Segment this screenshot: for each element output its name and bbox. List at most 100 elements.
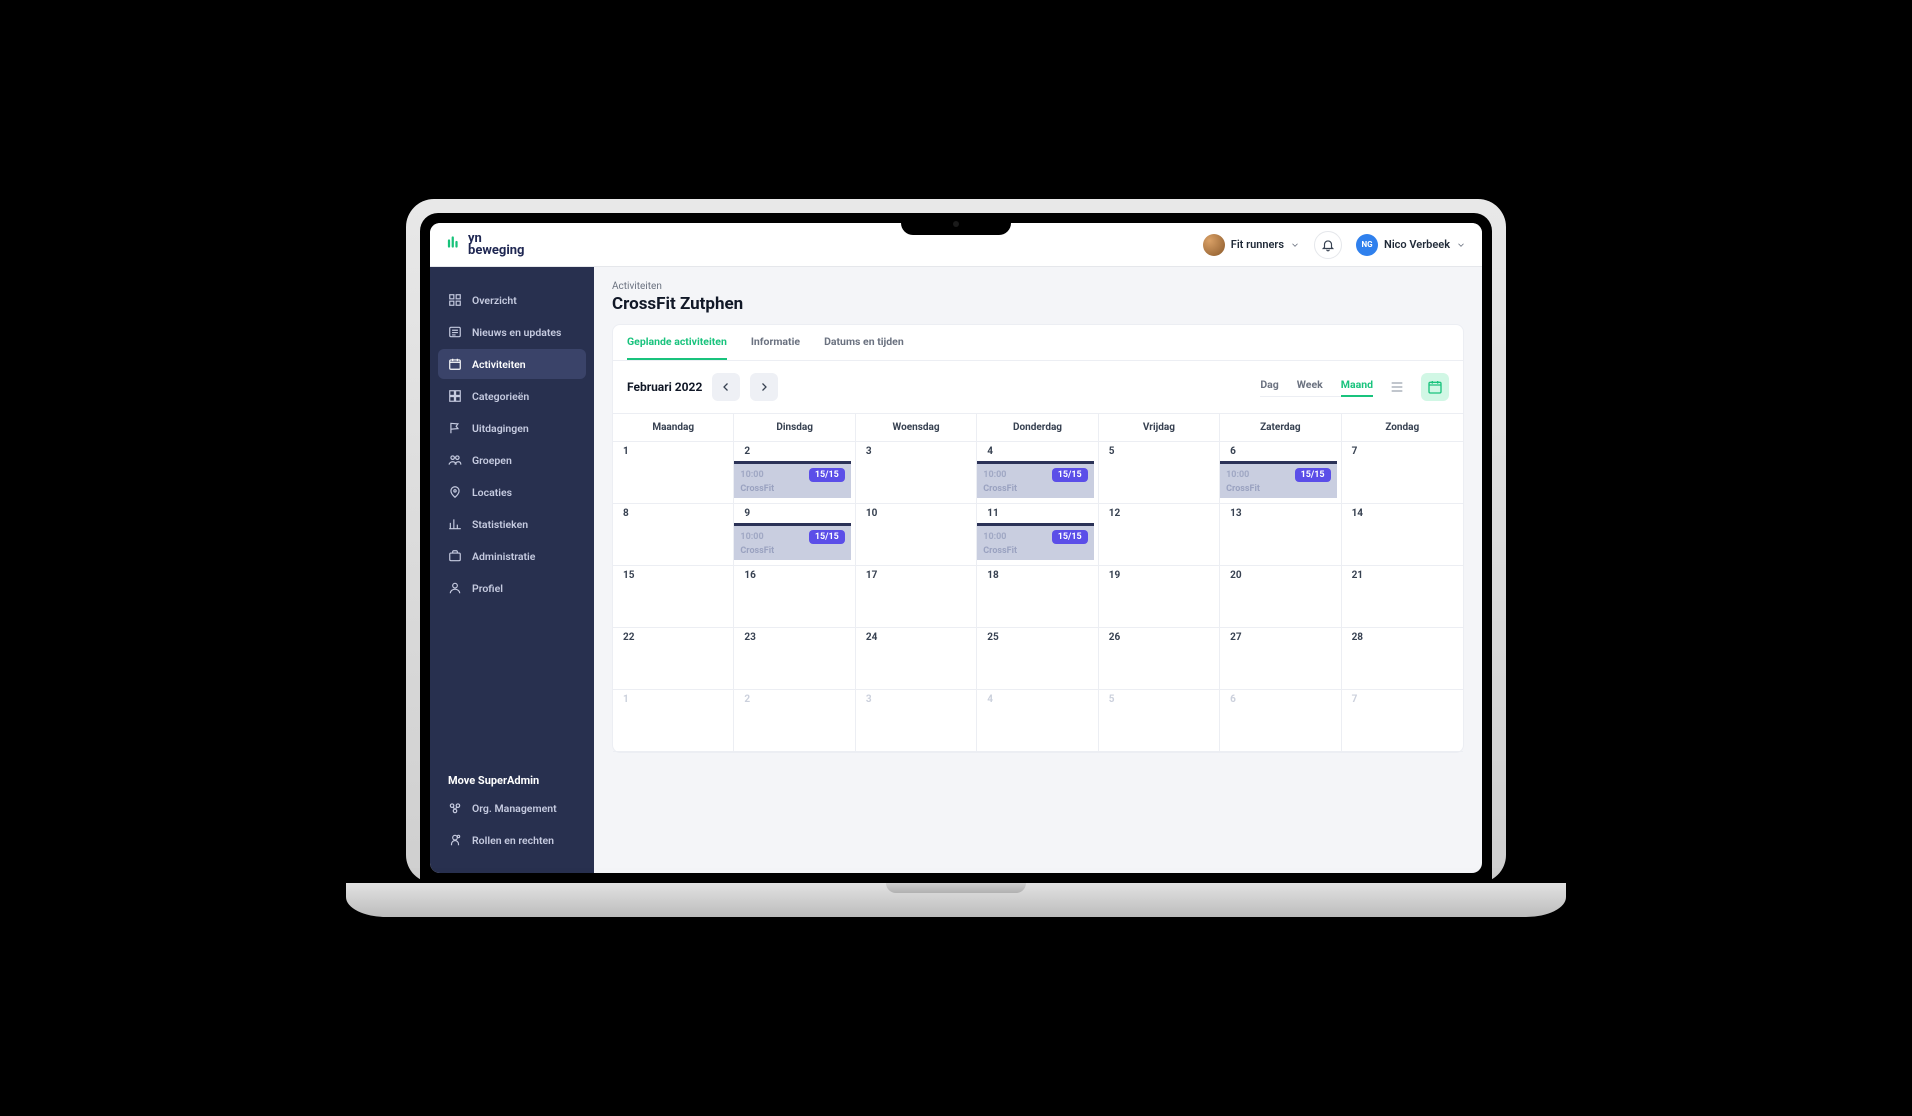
calendar-day-cell[interactable]: 610:0015/15CrossFit (1220, 442, 1341, 504)
logo-line2: beweging (468, 245, 524, 257)
event-time: 10:00 (740, 470, 763, 480)
sidebar-item-categorieen[interactable]: Categorieën (438, 381, 586, 411)
calendar-day-cell[interactable]: 11 10:0015/15CrossFit (977, 504, 1098, 566)
sidebar-item-statistieken[interactable]: Statistieken (438, 509, 586, 539)
user-menu[interactable]: NG Nico Verbeek (1356, 234, 1466, 256)
calendar-day-header: Woensdag (856, 414, 977, 442)
tab-2[interactable]: Datums en tijden (824, 325, 904, 360)
stats-icon (448, 517, 462, 531)
tab-0[interactable]: Geplande activiteiten (627, 325, 727, 360)
calendar-day-cell[interactable]: 14 (1342, 504, 1463, 566)
month-label: Februari 2022 (627, 380, 702, 394)
calendar-day-cell[interactable]: 5 (1099, 690, 1220, 752)
sidebar-item-org-mgmt[interactable]: Org. Management (438, 793, 586, 823)
view-tab-maand[interactable]: Maand (1341, 378, 1373, 397)
calendar-day-cell[interactable]: 19 (1099, 566, 1220, 628)
calendar-day-cell[interactable]: 7 (1342, 690, 1463, 752)
calendar-day-cell[interactable]: 7 (1342, 442, 1463, 504)
sidebar-item-activiteiten[interactable]: Activiteiten (438, 349, 586, 379)
event-time: 10:00 (983, 470, 1006, 480)
calendar-event[interactable]: 10:0015/15CrossFit (977, 461, 1093, 498)
calendar-day-cell[interactable]: 9 10:0015/15CrossFit (734, 504, 855, 566)
calendar-day-cell[interactable]: 2 (734, 690, 855, 752)
calendar-header-row: MaandagDinsdagWoensdagDonderdagVrijdagZa… (613, 414, 1463, 442)
calendar-day-cell[interactable]: 28 (1342, 628, 1463, 690)
event-capacity-badge: 15/15 (1052, 468, 1088, 482)
notifications-button[interactable] (1314, 231, 1342, 259)
user-name: Nico Verbeek (1384, 238, 1450, 251)
calendar-event[interactable]: 10:0015/15CrossFit (1220, 461, 1336, 498)
view-tab-dag[interactable]: Dag (1260, 378, 1278, 397)
tab-1[interactable]: Informatie (751, 325, 800, 360)
calendar-day-cell[interactable]: 6 (1220, 690, 1341, 752)
sidebar-item-groepen[interactable]: Groepen (438, 445, 586, 475)
calendar-day-cell[interactable]: 21 (1342, 566, 1463, 628)
laptop-base (346, 883, 1566, 917)
month-nav: Februari 2022 (627, 373, 778, 401)
calendar-day-cell[interactable]: 17 (856, 566, 977, 628)
calendar-day-header: Zondag (1342, 414, 1463, 442)
org-icon (448, 801, 462, 815)
sidebar-item-locaties[interactable]: Locaties (438, 477, 586, 507)
calendar-day-cell[interactable]: 18 (977, 566, 1098, 628)
calendar-day-cell[interactable]: 3 (856, 690, 977, 752)
calendar-event[interactable]: 10:0015/15CrossFit (734, 461, 850, 498)
calendar-day-cell[interactable]: 24 (856, 628, 977, 690)
calendar-day-cell[interactable]: 4 (977, 690, 1098, 752)
calendar-day-number: 9 (734, 508, 854, 519)
next-month-button[interactable] (750, 373, 778, 401)
list-view-button[interactable] (1383, 373, 1411, 401)
sidebar-item-administratie[interactable]: Administratie (438, 541, 586, 571)
calendar-day-header: Maandag (613, 414, 734, 442)
calendar-day-cell[interactable]: 8 (613, 504, 734, 566)
calendar-day-number: 23 (734, 632, 854, 643)
calendar-day-cell[interactable]: 210:0015/15CrossFit (734, 442, 855, 504)
logo-text: yn beweging (468, 233, 524, 256)
calendar-event[interactable]: 10:0015/15CrossFit (734, 523, 850, 560)
calendar-day-cell[interactable]: 13 (1220, 504, 1341, 566)
calendar-day-cell[interactable]: 22 (613, 628, 734, 690)
event-time: 10:00 (740, 532, 763, 542)
calendar-day-cell[interactable]: 3 (856, 442, 977, 504)
calendar-event[interactable]: 10:0015/15CrossFit (977, 523, 1093, 560)
calendar-day-cell[interactable]: 15 (613, 566, 734, 628)
calendar-day-number: 7 (1342, 694, 1463, 705)
sidebar-item-nieuws[interactable]: Nieuws en updates (438, 317, 586, 347)
event-capacity-badge: 15/15 (1052, 530, 1088, 544)
calendar-day-cell[interactable]: 16 (734, 566, 855, 628)
calendar-day-number: 27 (1220, 632, 1340, 643)
calendar-day-cell[interactable]: 5 (1099, 442, 1220, 504)
calendar-day-cell[interactable]: 410:0015/15CrossFit (977, 442, 1098, 504)
calendar-day-cell[interactable]: 27 (1220, 628, 1341, 690)
sidebar-item-label: Profiel (472, 582, 503, 595)
calendar-day-cell[interactable]: 12 (1099, 504, 1220, 566)
calendar-day-cell[interactable]: 25 (977, 628, 1098, 690)
sidebar-item-label: Org. Management (472, 802, 557, 815)
sidebar-item-label: Statistieken (472, 518, 528, 531)
calendar-view-button[interactable] (1421, 373, 1449, 401)
calendar-day-cell[interactable]: 26 (1099, 628, 1220, 690)
logo[interactable]: yn beweging (446, 233, 524, 256)
calendar-day-number: 6 (1220, 694, 1340, 705)
sidebar-item-overzicht[interactable]: Overzicht (438, 285, 586, 315)
sidebar-item-uitdagingen[interactable]: Uitdagingen (438, 413, 586, 443)
bell-icon (1321, 238, 1335, 252)
main-content: Activiteiten CrossFit Zutphen Geplande a… (594, 267, 1482, 873)
app-screen: yn beweging Fit runners (430, 223, 1482, 873)
view-tab-week[interactable]: Week (1297, 378, 1323, 397)
calendar-day-cell[interactable]: 1 (613, 690, 734, 752)
org-switcher[interactable]: Fit runners (1203, 234, 1300, 256)
calendar: MaandagDinsdagWoensdagDonderdagVrijdagZa… (613, 413, 1463, 752)
calendar-day-header: Donderdag (977, 414, 1098, 442)
prev-month-button[interactable] (712, 373, 740, 401)
calendar-day-cell[interactable]: 10 (856, 504, 977, 566)
sidebar-item-profiel[interactable]: Profiel (438, 573, 586, 603)
calendar-day-cell[interactable]: 23 (734, 628, 855, 690)
sidebar-item-rollen[interactable]: Rollen en rechten (438, 825, 586, 855)
calendar-day-number: 11 (977, 508, 1097, 519)
calendar-day-cell[interactable]: 20 (1220, 566, 1341, 628)
event-capacity-badge: 15/15 (809, 468, 845, 482)
roles-icon (448, 833, 462, 847)
logo-mark-icon (446, 236, 464, 254)
calendar-day-cell[interactable]: 1 (613, 442, 734, 504)
